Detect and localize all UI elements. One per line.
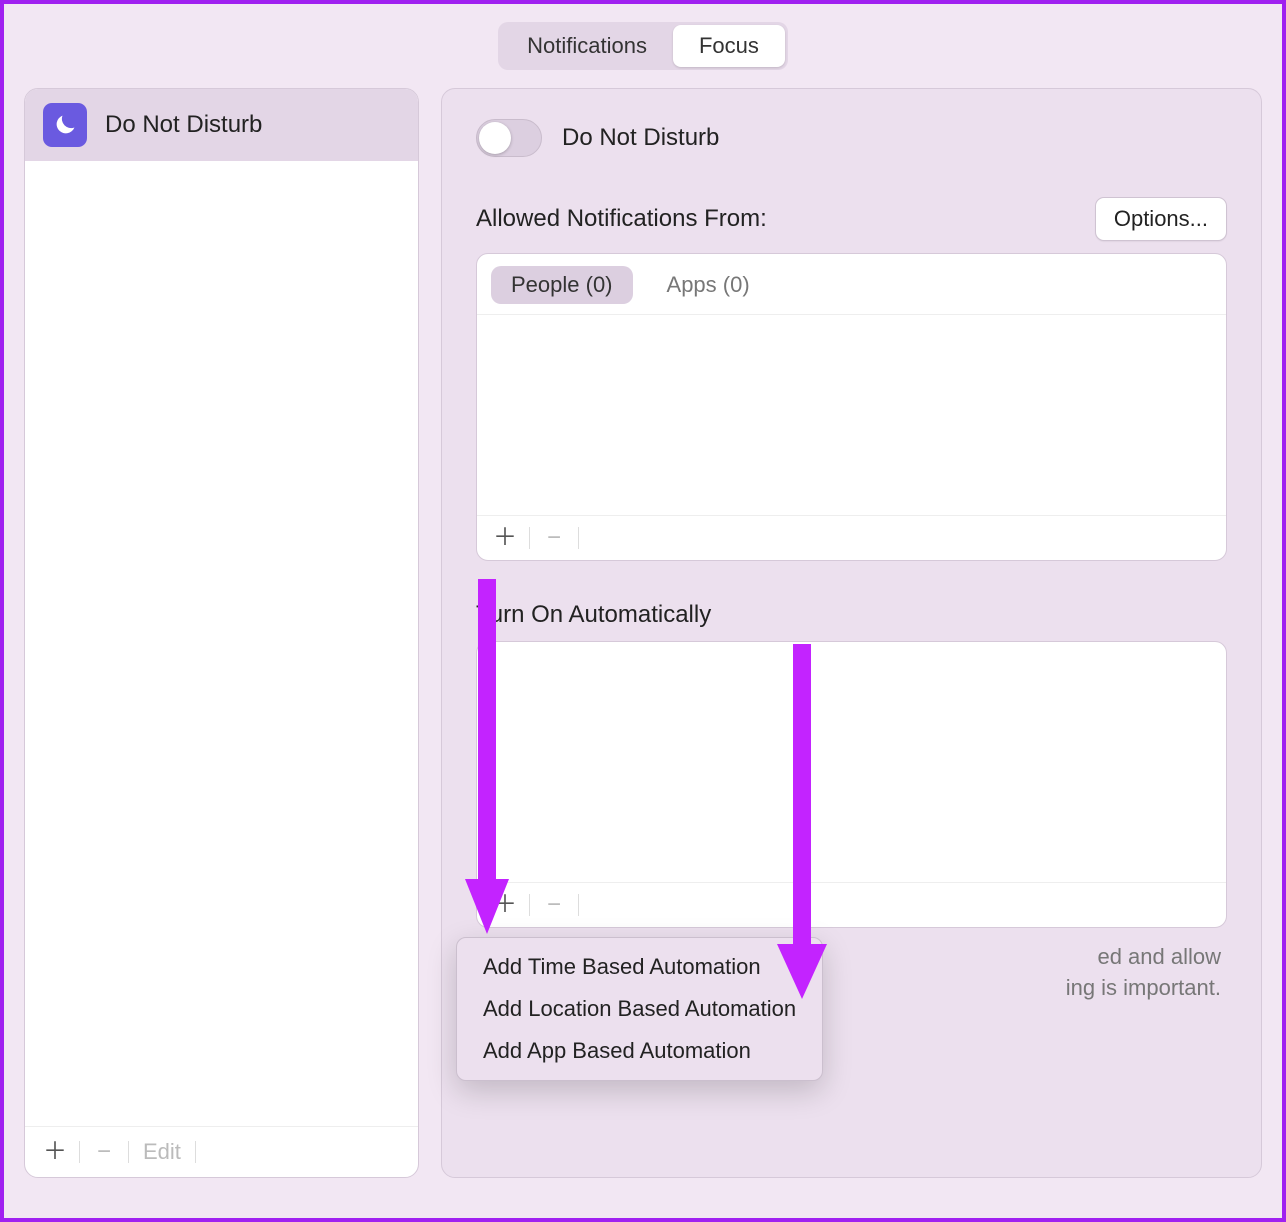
allowed-section-header: Allowed Notifications From: Options... bbox=[476, 197, 1227, 241]
divider bbox=[128, 1141, 129, 1163]
dnd-toggle-label: Do Not Disturb bbox=[562, 124, 719, 152]
dnd-toggle[interactable] bbox=[476, 119, 542, 157]
sidebar-item-label: Do Not Disturb bbox=[105, 111, 262, 139]
minus-icon: − bbox=[547, 526, 561, 550]
remove-focus-button[interactable]: − bbox=[90, 1138, 118, 1166]
automation-type-menu: Add Time Based Automation Add Location B… bbox=[456, 937, 823, 1081]
tab-people[interactable]: People (0) bbox=[491, 266, 633, 304]
sidebar-item-do-not-disturb[interactable]: Do Not Disturb bbox=[25, 89, 418, 161]
focus-list: Do Not Disturb ＋ − Edit bbox=[24, 88, 419, 1178]
plus-icon: ＋ bbox=[493, 893, 517, 917]
minus-icon: − bbox=[547, 893, 561, 917]
dnd-toggle-row: Do Not Disturb bbox=[476, 119, 1227, 157]
main-panel: Do Not Disturb Allowed Notifications Fro… bbox=[441, 88, 1262, 1178]
tab-notifications[interactable]: Notifications bbox=[501, 25, 673, 67]
remove-automation-button[interactable]: − bbox=[540, 891, 568, 919]
tab-focus[interactable]: Focus bbox=[673, 25, 785, 67]
divider bbox=[578, 527, 579, 549]
allowed-title: Allowed Notifications From: bbox=[476, 205, 767, 233]
allowed-panel: People (0) Apps (0) ＋ − bbox=[476, 253, 1227, 561]
divider bbox=[578, 894, 579, 916]
divider bbox=[195, 1141, 196, 1163]
menu-item-app-automation[interactable]: Add App Based Automation bbox=[463, 1030, 816, 1072]
minus-icon: − bbox=[97, 1140, 111, 1164]
add-automation-button[interactable]: ＋ bbox=[491, 891, 519, 919]
segmented-control: Notifications Focus bbox=[498, 22, 788, 70]
auto-panel: ＋ − bbox=[476, 641, 1227, 928]
add-allowed-button[interactable]: ＋ bbox=[491, 524, 519, 552]
remove-allowed-button[interactable]: − bbox=[540, 524, 568, 552]
plus-icon: ＋ bbox=[43, 1140, 67, 1164]
edit-button[interactable]: Edit bbox=[139, 1137, 185, 1167]
allowed-list bbox=[477, 315, 1226, 515]
toggle-knob bbox=[479, 122, 511, 154]
moon-icon bbox=[43, 103, 87, 147]
divider bbox=[529, 894, 530, 916]
auto-footer: ＋ − bbox=[477, 882, 1226, 927]
menu-item-time-automation[interactable]: Add Time Based Automation bbox=[463, 946, 816, 988]
top-tabs: Notifications Focus bbox=[24, 22, 1262, 70]
allowed-footer: ＋ − bbox=[477, 515, 1226, 560]
plus-icon: ＋ bbox=[493, 526, 517, 550]
options-button[interactable]: Options... bbox=[1095, 197, 1227, 241]
auto-list bbox=[477, 642, 1226, 882]
sidebar-footer: ＋ − Edit bbox=[25, 1126, 418, 1177]
auto-title: Turn On Automatically bbox=[476, 601, 711, 629]
divider bbox=[529, 527, 530, 549]
menu-item-location-automation[interactable]: Add Location Based Automation bbox=[463, 988, 816, 1030]
divider bbox=[79, 1141, 80, 1163]
allowed-tabs: People (0) Apps (0) bbox=[477, 254, 1226, 315]
add-focus-button[interactable]: ＋ bbox=[41, 1138, 69, 1166]
auto-section-header: Turn On Automatically bbox=[476, 601, 1227, 629]
tab-apps[interactable]: Apps (0) bbox=[647, 266, 770, 304]
